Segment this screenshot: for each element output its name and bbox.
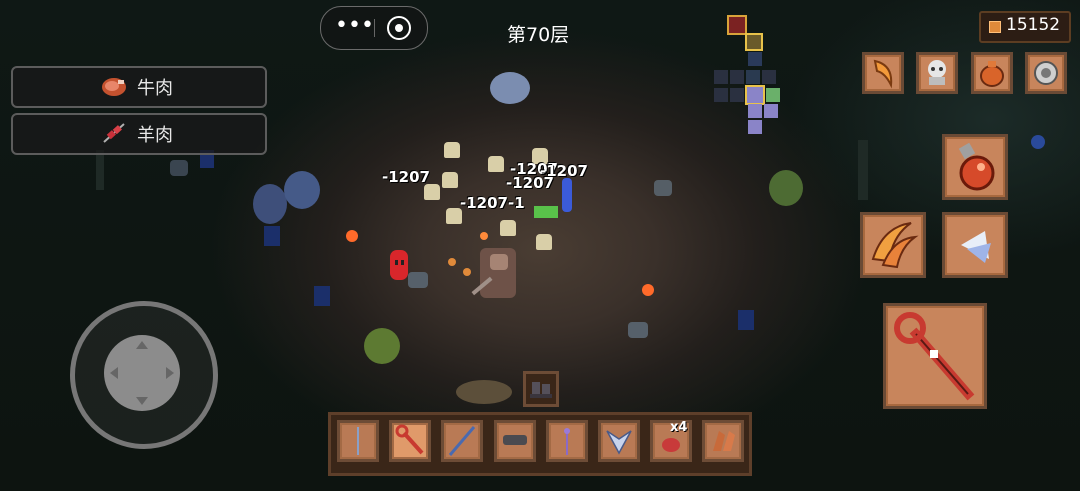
mutton-skewer-icon — [103, 123, 125, 143]
spirit-skill-button[interactable] — [942, 212, 1008, 278]
boomerang-icon — [713, 431, 735, 451]
potion-button[interactable] — [942, 134, 1008, 200]
coin-counter: 15152 — [979, 11, 1071, 43]
hotbar-slot-3[interactable] — [441, 420, 483, 462]
hotbar-slot-6[interactable] — [598, 420, 640, 462]
coin-icon — [989, 21, 1001, 33]
green-effect — [534, 206, 558, 218]
minimap-current-room — [745, 85, 765, 105]
crystal-plant — [490, 72, 530, 104]
floor-label: 第70层 — [507, 24, 570, 46]
spirit-icon — [961, 231, 991, 263]
item-slot-gear-relic[interactable] — [1025, 52, 1067, 94]
capsule-divider — [374, 19, 375, 37]
blue-block — [264, 226, 280, 246]
rock — [654, 180, 672, 196]
hotbar-slot-5[interactable] — [546, 420, 588, 462]
food-item-mutton[interactable]: 羊肉 — [11, 113, 267, 155]
torch-flame — [642, 284, 654, 296]
item-slot-horn[interactable] — [862, 52, 904, 94]
boots-icon — [530, 382, 552, 398]
attack-button[interactable] — [883, 303, 987, 409]
blue-bush — [253, 184, 287, 224]
claw-slash-icon — [871, 222, 919, 269]
item-slot-pouch[interactable] — [971, 52, 1013, 94]
torch-flame — [346, 230, 358, 242]
item-slot-skull[interactable] — [916, 52, 958, 94]
hotbar-slot-1[interactable] — [337, 420, 379, 462]
dash-skill-button[interactable] — [860, 212, 926, 278]
food-item-beef[interactable]: 牛肉 — [11, 66, 267, 108]
arrow-up-icon — [136, 341, 148, 349]
potion-icon — [958, 142, 995, 191]
damage-number: -1207 — [382, 168, 430, 186]
equipped-boots-slot[interactable] — [523, 371, 559, 407]
skull-icon — [928, 60, 946, 85]
hotbar-slot-8[interactable] — [702, 420, 744, 462]
rubble — [456, 380, 512, 404]
skull-enemy — [424, 184, 440, 200]
fire-staff-icon — [395, 424, 424, 455]
damage-number: -1207 — [540, 162, 588, 180]
wings-icon — [606, 430, 632, 455]
green-bush — [364, 328, 400, 364]
lance-icon — [448, 426, 476, 456]
blue-block — [738, 310, 754, 330]
hotbar-slot-4[interactable] — [494, 420, 536, 462]
skull-enemy — [444, 142, 460, 158]
blue-bush — [284, 171, 320, 209]
minimap-boss-room — [727, 15, 747, 35]
food-label: 牛肉 — [137, 78, 173, 99]
horn-icon — [873, 59, 893, 89]
food-label: 羊肉 — [137, 125, 173, 146]
minimap[interactable] — [712, 14, 784, 140]
blue-orb — [1031, 135, 1045, 149]
mini-program-capsule: ••• — [320, 6, 428, 50]
rock — [408, 272, 428, 288]
pouch-icon — [980, 61, 1004, 87]
blue-block — [314, 286, 330, 306]
red-ghost-enemy — [390, 250, 408, 280]
joystick-thumb[interactable] — [104, 335, 180, 411]
blue-crystal — [562, 178, 572, 212]
skull-enemy — [488, 156, 504, 172]
green-bush — [769, 170, 803, 206]
arrow-right-icon — [166, 367, 174, 379]
rock — [170, 160, 188, 176]
gear-relic-icon — [1034, 61, 1058, 85]
damage-number: -1207-1 — [460, 194, 525, 212]
game-viewport[interactable]: -1207 -1207 -1207 -1207-1 -1207 ••• 第70层… — [0, 0, 1080, 491]
fire-staff-icon — [894, 312, 975, 401]
close-button[interactable] — [387, 16, 411, 40]
steak-icon — [102, 78, 126, 96]
scepter-icon — [564, 428, 570, 455]
hotbar-slot-2-selected[interactable] — [389, 420, 431, 462]
skull-enemy — [536, 234, 552, 250]
coin-amount: 15152 — [1006, 15, 1061, 35]
more-menu-button[interactable]: ••• — [335, 13, 374, 41]
rock — [628, 322, 648, 338]
minimap-treasure-room — [745, 33, 763, 51]
skull-enemy — [442, 172, 458, 188]
gauntlet-icon — [503, 435, 527, 445]
skull-enemy — [500, 220, 516, 236]
arrow-down-icon — [136, 397, 148, 405]
torch-flame — [480, 232, 488, 240]
stack-count-badge: x4 — [670, 420, 688, 435]
spear-icon — [357, 427, 359, 455]
arrow-left-icon — [110, 367, 118, 379]
